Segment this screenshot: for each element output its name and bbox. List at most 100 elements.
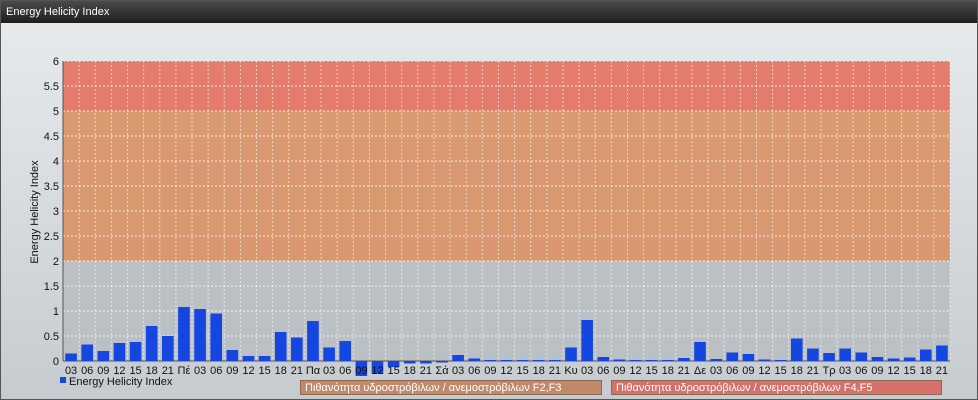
x-tick-label: 06 (726, 365, 738, 377)
bar (178, 307, 190, 361)
bar (920, 349, 932, 361)
y-tick-label: 3 (53, 206, 59, 218)
y-tick-label: 0.5 (44, 331, 59, 343)
x-tick-label: 12 (758, 365, 770, 377)
x-tick-label: Δε (694, 365, 706, 377)
bar (645, 360, 658, 361)
x-tick-label: 03 (452, 365, 464, 377)
bar (710, 359, 722, 361)
y-tick-label: 4.5 (44, 131, 59, 143)
bar (420, 361, 432, 364)
y-tick-label: 1 (53, 306, 59, 318)
x-tick-label: 15 (904, 365, 916, 377)
x-tick-label: 18 (791, 365, 803, 377)
bar (694, 342, 706, 361)
legend-band-f2f3: Πιθανότητα υδροστρόβιλων / ανεμοστρόβιλω… (300, 380, 602, 395)
bar (452, 355, 464, 361)
x-tick-label: Κυ (564, 365, 577, 377)
legend-series-swatch (60, 377, 66, 383)
x-tick-label: 09 (871, 365, 883, 377)
bar (258, 356, 271, 361)
legend-band-f4f5: Πιθανότητα υδροστρόβιλων / ανεμοστρόβιλω… (611, 380, 942, 395)
x-tick-label: 06 (210, 365, 222, 377)
bar (613, 359, 626, 361)
bar (291, 337, 303, 361)
bar (500, 360, 513, 361)
chart-area: 0 0.5 1 1.5 2 2.5 3 3.5 4 4.5 5 5.5 6 03 06 09 12 15 18 21… (1, 23, 977, 399)
x-tick-label: 09 (613, 365, 625, 377)
bar (823, 353, 835, 361)
bar (113, 343, 126, 361)
bar (436, 361, 448, 363)
x-tick-label: 12 (371, 365, 383, 377)
bar (855, 352, 868, 361)
x-tick-label: 03 (839, 365, 851, 377)
y-tick-label: 2.5 (44, 231, 59, 243)
x-tick-label: 18 (275, 365, 287, 377)
x-tick-label: 09 (484, 365, 496, 377)
bar (742, 354, 755, 361)
x-tick-label: 03 (194, 365, 206, 377)
x-tick-label: 12 (500, 365, 512, 377)
chart-widget: Energy Helicity Index 0 0.5 1 1.5 2 2.5 3 3.5 4 4… (0, 0, 978, 400)
x-tick-label: 15 (387, 365, 399, 377)
bar (597, 357, 610, 361)
y-tick-label: 0 (53, 356, 59, 368)
x-tick-label: Πα (306, 365, 321, 377)
x-tick-label: 18 (662, 365, 674, 377)
bar (565, 347, 577, 361)
bar (242, 356, 255, 361)
bar (307, 321, 319, 361)
bar (65, 353, 77, 361)
bar (339, 341, 352, 361)
bar (726, 352, 739, 361)
x-tick-label: 12 (887, 365, 899, 377)
x-tick-label: 03 (710, 365, 722, 377)
bar (581, 320, 593, 361)
bar (871, 357, 884, 361)
x-tick-label: 06 (468, 365, 480, 377)
legend-series-label: Energy Helicity Index (69, 376, 173, 388)
bar (97, 351, 110, 361)
bar (903, 357, 916, 361)
x-tick-label: 15 (775, 365, 787, 377)
x-tick-label: 18 (533, 365, 545, 377)
x-tick-label: 21 (807, 365, 819, 377)
x-tick-label: 18 (920, 365, 932, 377)
x-tick-label: 15 (258, 365, 270, 377)
x-tick-label: 21 (291, 365, 303, 377)
y-tick-label: 4 (53, 156, 59, 168)
bar (532, 360, 545, 361)
y-axis-label: Energy Helicity Index (29, 160, 41, 264)
bar (210, 313, 223, 361)
x-tick-label: Σά (435, 365, 449, 377)
bar (936, 345, 948, 361)
x-tick-label: 03 (323, 365, 335, 377)
bar (323, 347, 335, 361)
x-tick-label: 18 (404, 365, 416, 377)
y-tick-label: 3.5 (44, 181, 59, 193)
x-tick-label: 12 (629, 365, 641, 377)
bar (839, 348, 851, 361)
x-tick-label: 21 (549, 365, 561, 377)
bar (274, 332, 287, 361)
bar (678, 358, 690, 361)
x-tick-label: 21 (420, 365, 432, 377)
widget-title: Energy Helicity Index (1, 1, 977, 23)
x-tick-label: 03 (581, 365, 593, 377)
y-tick-label: 5 (53, 106, 59, 118)
ehi-chart: 0 0.5 1 1.5 2 2.5 3 3.5 4 4.5 5 5.5 6 03 06 09 12 15 18 21… (29, 56, 951, 388)
x-tick-label: 21 (678, 365, 690, 377)
x-tick-label: 09 (742, 365, 754, 377)
y-tick-label: 2 (53, 256, 59, 268)
y-tick-label: 1.5 (44, 281, 59, 293)
x-tick-label: 06 (339, 365, 351, 377)
x-tick-label: Πέ (178, 365, 191, 377)
x-tick-label: 15 (646, 365, 658, 377)
bar (549, 360, 561, 361)
y-tick-label: 5.5 (44, 81, 59, 93)
x-tick-label: 21 (936, 365, 948, 377)
x-tick-label: 09 (355, 365, 367, 377)
bar (774, 360, 787, 361)
bar (790, 338, 803, 361)
